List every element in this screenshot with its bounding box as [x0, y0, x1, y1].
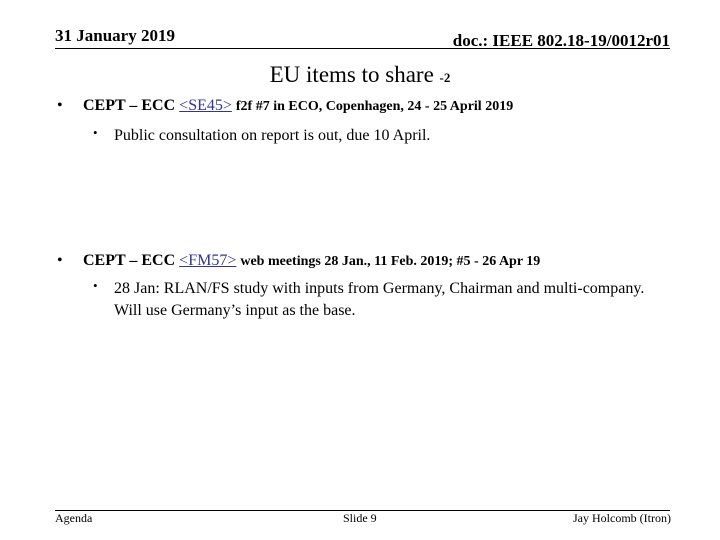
footer-author: Jay Holcomb (Itron) [573, 511, 671, 525]
bullet-detail: web meetings 28 Jan., 11 Feb. 2019; #5 -… [240, 254, 541, 269]
slide-title-main: EU items to share [269, 62, 434, 87]
footer-left: Agenda [55, 511, 93, 525]
sub-bullet-text: Public consultation on report is out, du… [114, 127, 431, 144]
header-rule [55, 48, 670, 49]
bullet-icon: • [57, 252, 63, 269]
fm57-link[interactable]: <FM57> [179, 252, 236, 269]
bullet-lead: CEPT – ECC [83, 97, 176, 114]
se45-link[interactable]: <SE45> [179, 97, 232, 114]
footer-slide-number: Slide 9 [343, 511, 377, 525]
slide-title: EU items to share -2 [0, 62, 720, 88]
sub-bullet-icon: • [93, 278, 98, 293]
sub-bullet-icon: • [93, 125, 98, 140]
header-date: 31 January 2019 [55, 26, 175, 45]
bullet-detail: f2f #7 in ECO, Copenhagen, 24 - 25 April… [235, 99, 514, 114]
sub-bullet-text: 28 Jan: RLAN/FS study with inputs from G… [114, 280, 645, 319]
bullet-icon: • [57, 97, 63, 114]
slide-title-suffix: -2 [439, 70, 451, 85]
bullet-lead: CEPT – ECC [83, 252, 176, 269]
